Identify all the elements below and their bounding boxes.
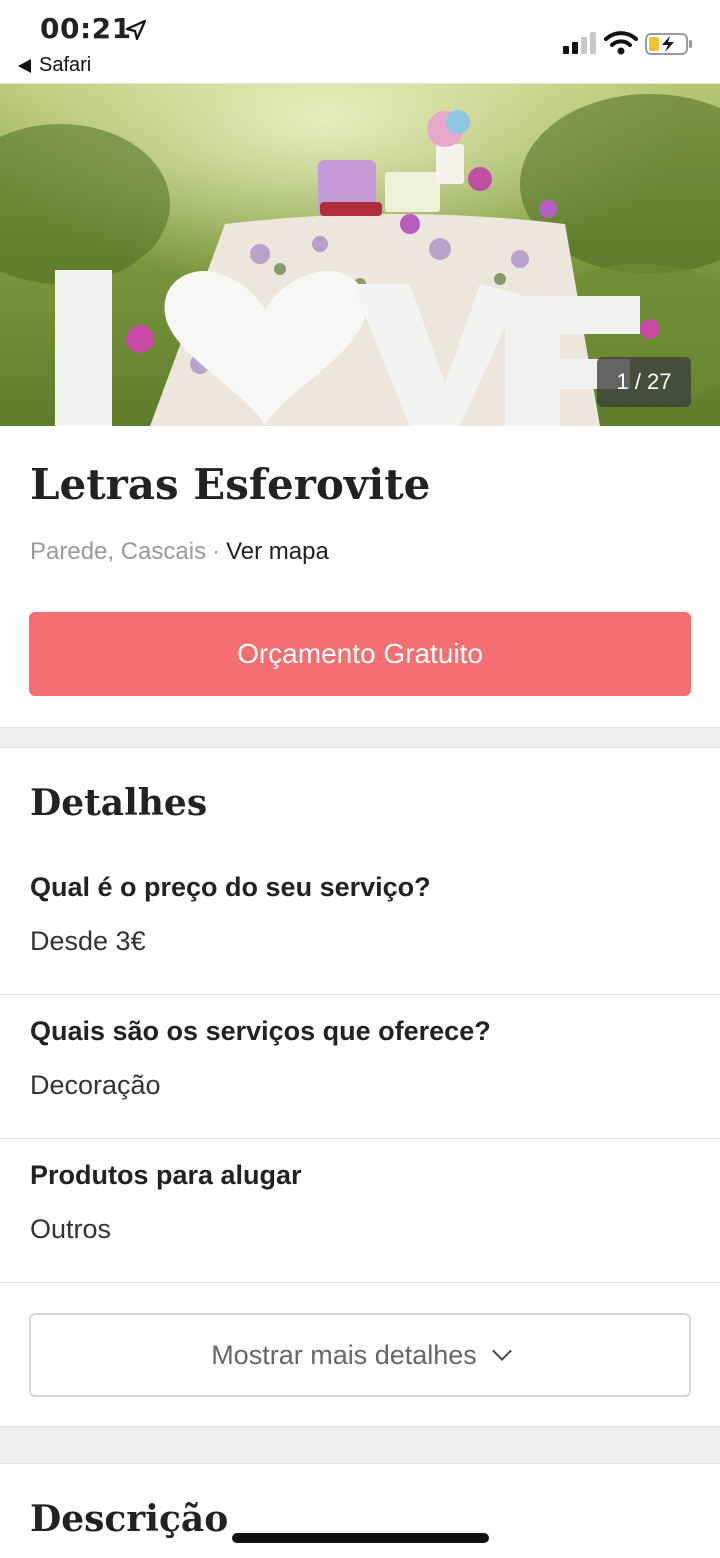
detail-question: Qual é o preço do seu serviço?	[30, 872, 431, 902]
listing-location: Parede, Cascais · Ver mapa	[30, 538, 329, 566]
section-gap	[0, 727, 720, 748]
battery-charging-icon	[645, 33, 692, 55]
view-map-link[interactable]: Ver mapa	[226, 538, 329, 565]
divider	[0, 1282, 720, 1283]
detail-answer: Desde 3€	[30, 926, 146, 956]
wifi-icon	[604, 31, 638, 55]
detail-question: Produtos para alugar	[30, 1160, 302, 1190]
status-bar: 00:21 Safari	[0, 0, 720, 84]
show-more-label: Mostrar mais detalhes	[211, 1339, 477, 1370]
chevron-down-icon	[491, 1341, 512, 1361]
clock: 00:21	[40, 12, 132, 45]
location-separator: ·	[212, 538, 221, 565]
cellular-signal-icon	[563, 32, 596, 54]
home-indicator[interactable]	[232, 1533, 489, 1543]
free-quote-button[interactable]: Orçamento Gratuito	[29, 612, 691, 696]
listing-title: Letras Esferovite	[30, 460, 431, 509]
location-arrow-icon	[125, 19, 147, 41]
details-title: Detalhes	[30, 782, 208, 824]
back-label: Safari	[39, 54, 92, 76]
detail-question: Quais são os serviços que oferece?	[30, 1016, 491, 1046]
back-triangle-icon	[18, 58, 31, 73]
back-to-safari[interactable]: Safari	[18, 54, 91, 77]
divider	[0, 994, 720, 995]
location-text: Parede, Cascais	[30, 538, 207, 565]
divider	[0, 1138, 720, 1139]
detail-answer: Decoração	[30, 1070, 161, 1100]
section-gap	[0, 1426, 720, 1464]
show-more-details-button[interactable]: Mostrar mais detalhes	[29, 1313, 691, 1397]
gallery-counter: 1 / 27	[597, 357, 691, 407]
detail-answer: Outros	[30, 1214, 112, 1244]
description-title: Descrição	[30, 1498, 229, 1540]
